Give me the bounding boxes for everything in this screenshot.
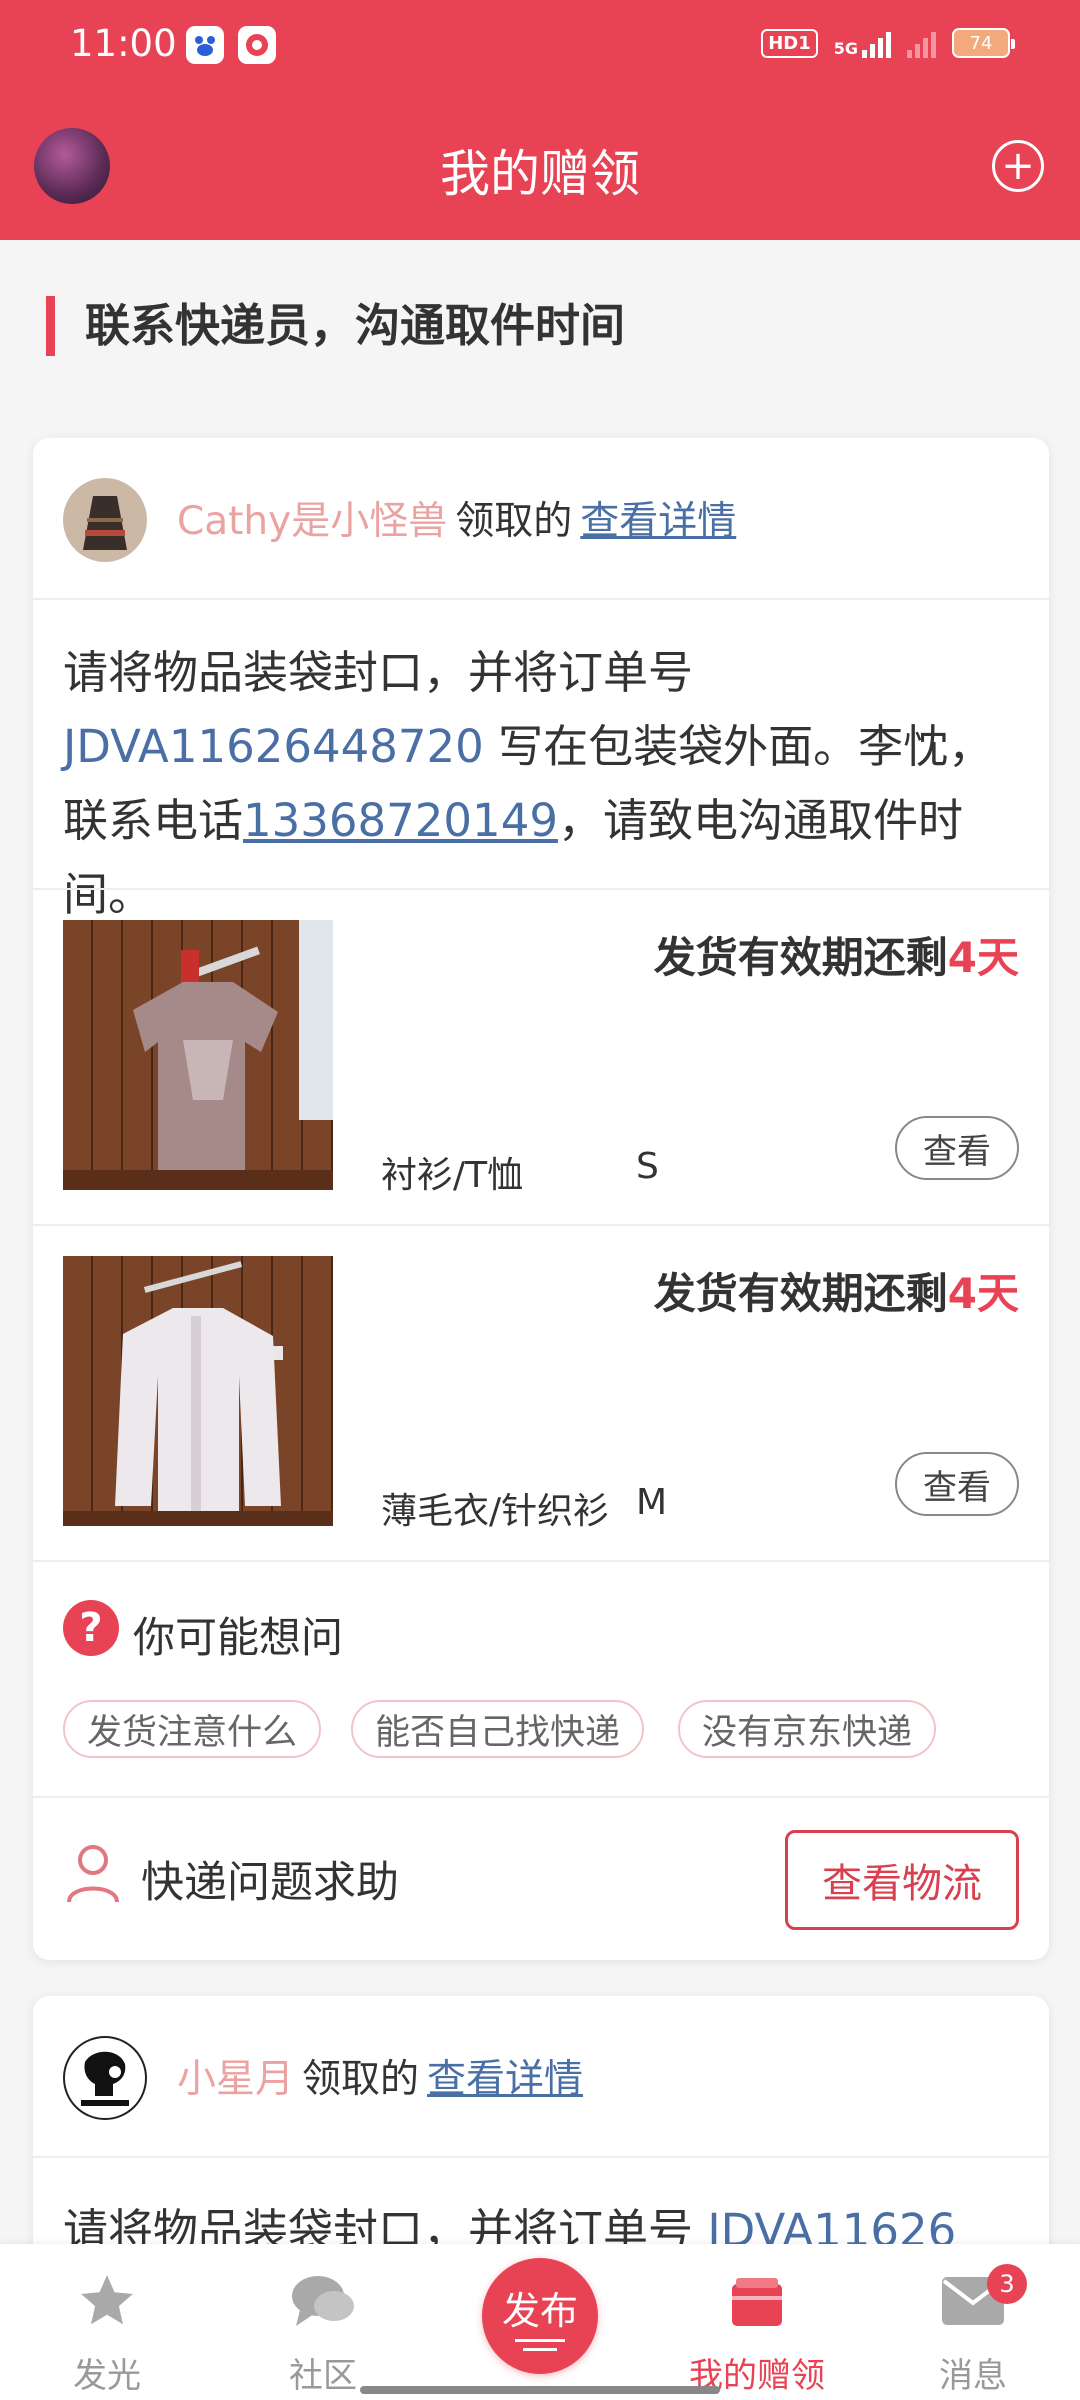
- publish-icon: [515, 2338, 565, 2351]
- item-row: 发货有效期还剩4天 薄毛衣/针织衫 M 查看: [33, 1224, 1049, 1560]
- courier-help-text[interactable]: 快递问题求助: [141, 1848, 399, 1910]
- view-item-button[interactable]: 查看: [895, 1452, 1019, 1516]
- claimer-row: Cathy是小怪兽 领取的 查看详情: [33, 438, 1049, 598]
- nav-item-community[interactable]: 社区: [223, 2244, 423, 2400]
- nav-item-my-gifts[interactable]: 我的赠领: [657, 2244, 857, 2400]
- item-photo-cardigan[interactable]: [63, 1256, 333, 1526]
- network-label: 5G: [833, 39, 858, 58]
- item-category: 薄毛衣/针织衫: [381, 1491, 610, 1532]
- gift-claim-card: Cathy是小怪兽 领取的 查看详情 请将物品装袋封口，并将订单号 JDVA1162…: [33, 438, 1049, 1960]
- signal-5g-icon: 5G: [834, 28, 891, 58]
- home-indicator[interactable]: [360, 2386, 720, 2394]
- item-category: 衬衫/T恤: [381, 1155, 524, 1196]
- faq-section: ? 你可能想问 发货注意什么 能否自己找快递 没有京东快递: [33, 1560, 1049, 1796]
- star-icon: [74, 2268, 140, 2334]
- status-time: 11:00: [70, 22, 177, 65]
- gift-box-icon: [724, 2268, 790, 2334]
- claimer-row: 小星月 领取的 查看详情: [33, 1996, 1049, 2156]
- section-title: 联系快递员，沟通取件时间: [46, 296, 625, 356]
- signal-secondary-icon: [907, 28, 936, 58]
- item-photo-tshirt[interactable]: [63, 920, 333, 1190]
- view-details-link[interactable]: 查看详情: [580, 499, 736, 544]
- claimer-name[interactable]: Cathy是小怪兽: [177, 499, 447, 544]
- plus-circle-icon[interactable]: +: [992, 140, 1044, 192]
- phone-link[interactable]: 13368720149: [243, 794, 558, 847]
- expiry-days: 4天: [947, 933, 1019, 982]
- nav-item-star[interactable]: 发光: [7, 2244, 207, 2400]
- item-size: S: [636, 1146, 659, 1187]
- instruction-prefix: 请将物品装袋封口，并将订单号: [63, 646, 694, 699]
- nav-label: 发光: [73, 2356, 141, 2396]
- view-item-button[interactable]: 查看: [895, 1116, 1019, 1180]
- order-number: JDVA11626448720: [63, 720, 484, 773]
- expiry-notice: 发货有效期还剩4天: [654, 1260, 1019, 1321]
- claimer-info: 小星月 领取的 查看详情: [177, 2048, 583, 2104]
- bottom-nav: 发光 社区 发布 我的赠领 3 消息: [0, 2244, 1080, 2400]
- battery-level: 74: [969, 32, 993, 54]
- nav-label: 消息: [939, 2356, 1007, 2396]
- page-title: 我的赠领: [440, 145, 640, 203]
- nav-item-publish[interactable]: 发布: [440, 2244, 640, 2400]
- claimer-name[interactable]: 小星月: [177, 2057, 294, 2102]
- status-bar: 11:00 HD1 5G 74: [0, 0, 1080, 96]
- nav-item-messages[interactable]: 3 消息: [873, 2244, 1073, 2400]
- view-details-link[interactable]: 查看详情: [427, 2057, 583, 2102]
- publish-label: 发布: [501, 2288, 578, 2333]
- item-size: M: [636, 1482, 668, 1523]
- app-notification-icon: [238, 26, 276, 64]
- faq-title: 你可能想问: [133, 1613, 344, 1662]
- person-icon: [67, 1845, 119, 1903]
- courier-help-row: 快递问题求助 查看物流: [33, 1796, 1049, 1960]
- claimer-avatar[interactable]: [63, 2036, 147, 2120]
- hd-badge: HD1: [761, 28, 818, 58]
- publish-button[interactable]: 发布: [482, 2258, 598, 2374]
- item-row: 发货有效期还剩4天 衬衫/T恤 S 查看: [33, 888, 1049, 1224]
- expiry-notice: 发货有效期还剩4天: [654, 924, 1019, 985]
- expiry-prefix: 发货有效期还剩: [653, 933, 948, 982]
- faq-chip[interactable]: 没有京东快递: [678, 1700, 937, 1758]
- faq-chip[interactable]: 发货注意什么: [63, 1700, 322, 1758]
- claimer-action: 领取的: [455, 499, 573, 544]
- expiry-days: 4天: [947, 1269, 1019, 1318]
- view-logistics-button[interactable]: 查看物流: [785, 1830, 1019, 1930]
- chat-bubble-icon: [290, 2268, 356, 2334]
- question-icon: ?: [63, 1600, 119, 1656]
- message-count-badge: 3: [987, 2264, 1027, 2304]
- claimer-avatar[interactable]: [63, 478, 147, 562]
- claimer-info: Cathy是小怪兽 领取的 查看详情: [177, 490, 736, 546]
- faq-chip[interactable]: 能否自己找快递: [351, 1700, 645, 1758]
- status-indicators: HD1 5G 74: [761, 28, 1015, 58]
- claimer-action: 领取的: [302, 2057, 420, 2102]
- top-header: 11:00 HD1 5G 74 我的赠领 +: [0, 0, 1080, 240]
- expiry-prefix: 发货有效期还剩: [653, 1269, 948, 1318]
- baidu-app-icon: [186, 26, 224, 64]
- battery-icon: 74: [952, 28, 1015, 58]
- instruction-row: 请将物品装袋封口，并将订单号 JDVA11626448720 写在包装袋外面。李…: [33, 598, 1049, 921]
